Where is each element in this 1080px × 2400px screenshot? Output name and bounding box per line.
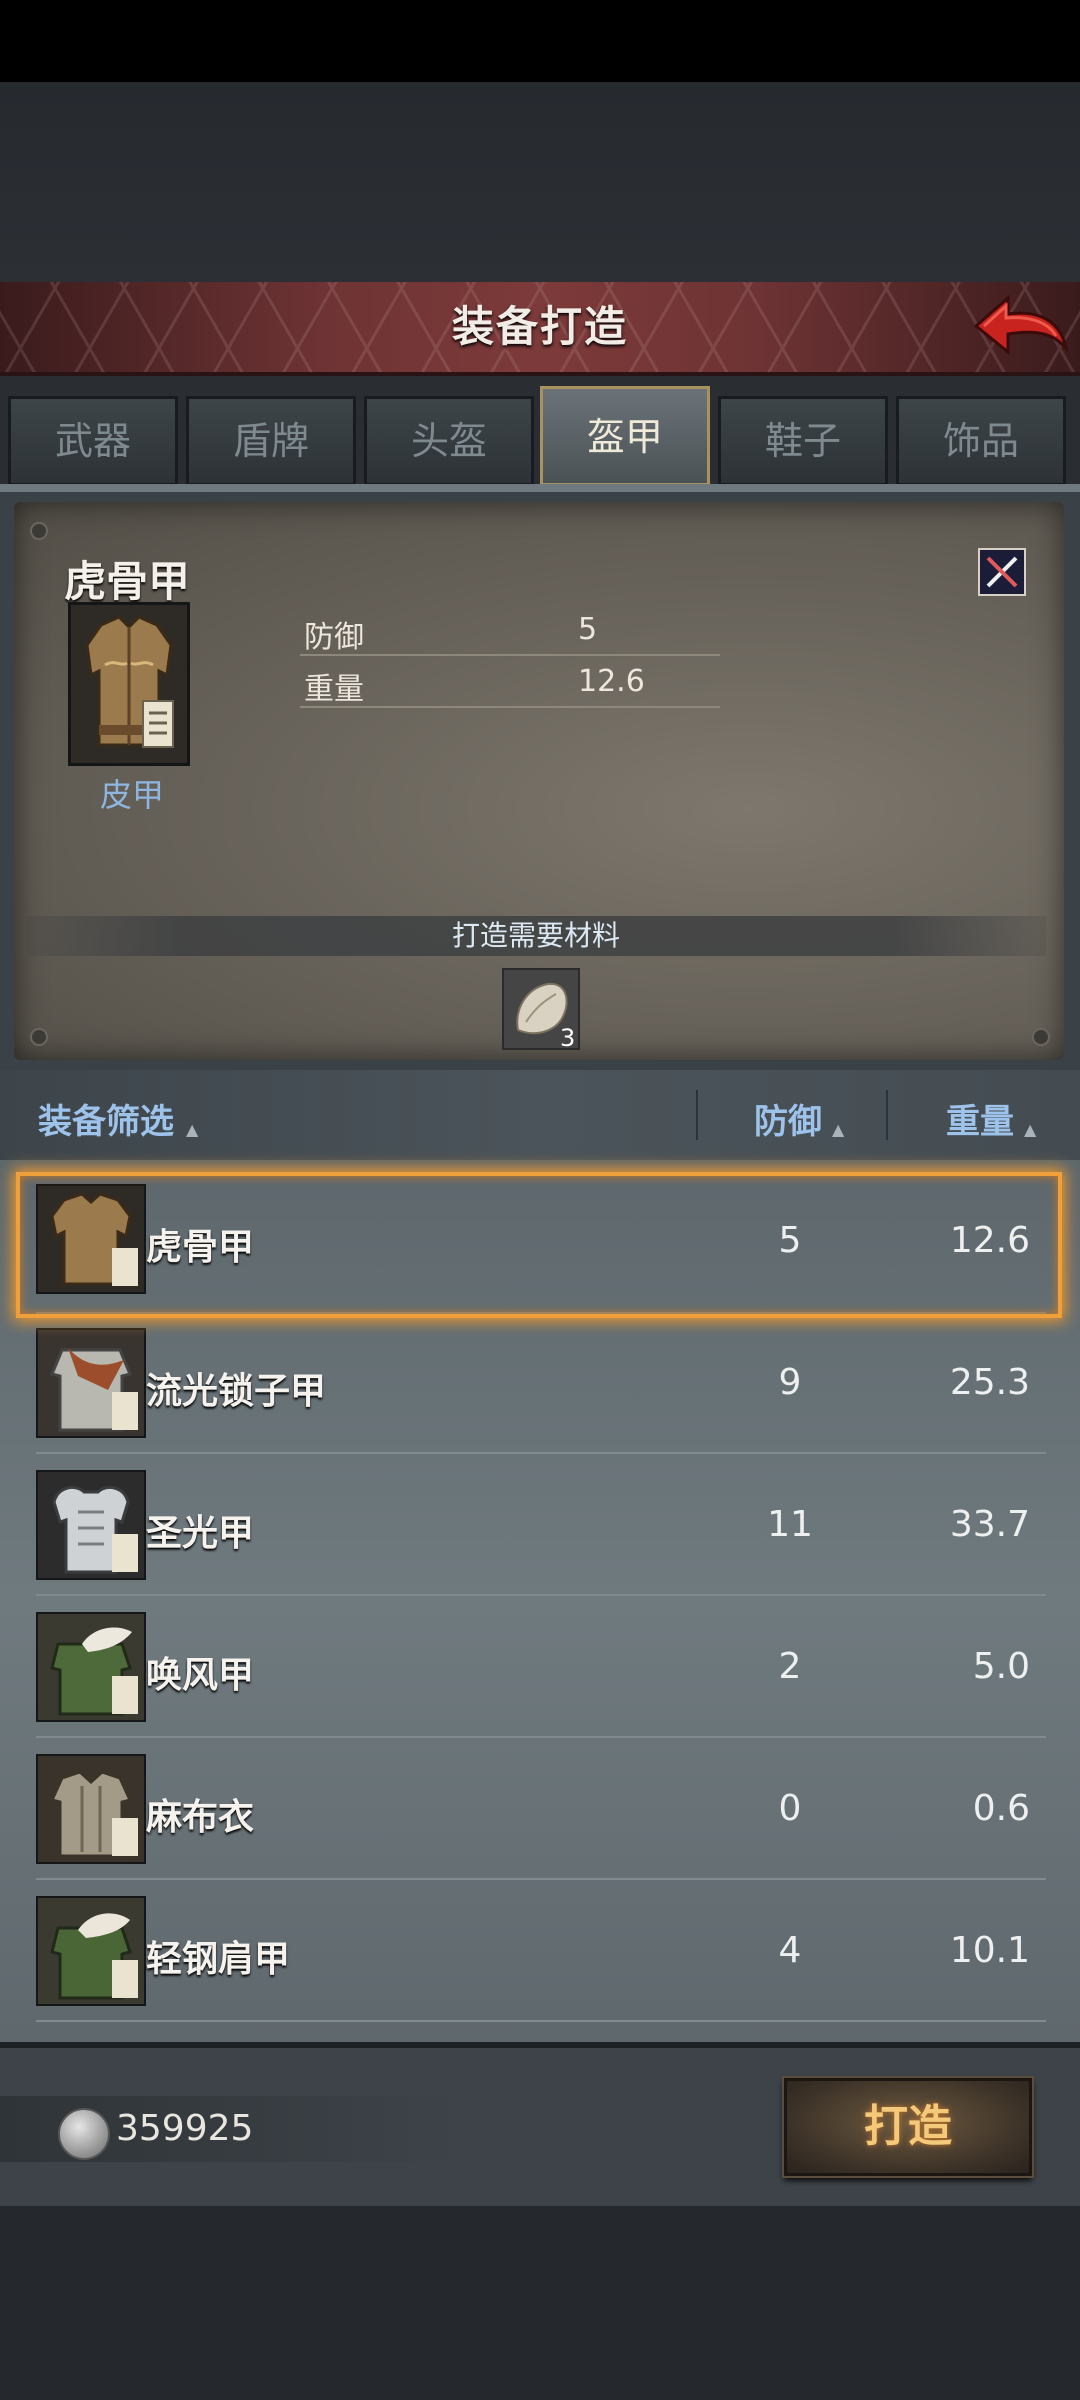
item-weight: 0.6	[972, 1788, 1030, 1829]
filter-weight-sort[interactable]: 重量	[946, 1094, 1014, 1143]
list-item[interactable]: 唤风甲 2 5.0	[0, 1596, 1080, 1738]
plate-armor-icon	[36, 1470, 146, 1580]
item-defense: 9	[778, 1362, 802, 1403]
materials-header: 打造需要材料	[26, 916, 1046, 956]
item-weight: 33.7	[949, 1504, 1030, 1545]
tab-shoes[interactable]: 鞋子	[718, 396, 888, 486]
item-defense: 11	[767, 1504, 813, 1545]
back-arrow-icon	[973, 294, 1069, 356]
list-item[interactable]: 轻钢肩甲 4 10.1	[0, 1880, 1080, 2022]
silver-coin-icon	[58, 2108, 110, 2160]
item-title: 虎骨甲	[64, 557, 191, 606]
list-item[interactable]: 麻布衣 0 0.6	[0, 1738, 1080, 1880]
item-name: 轻钢肩甲	[146, 1939, 291, 1980]
column-divider	[696, 1090, 698, 1140]
item-weight: 10.1	[949, 1930, 1030, 1971]
cloth-shirt-icon	[36, 1754, 146, 1864]
item-name: 唤风甲	[146, 1655, 255, 1696]
shoulder-armor-icon	[36, 1896, 146, 2006]
stat-divider	[300, 706, 720, 708]
status-bar	[0, 0, 1080, 82]
item-portrait	[68, 602, 190, 766]
compare-badge-icon[interactable]	[978, 548, 1026, 596]
sort-caret-icon: ▲	[186, 1120, 199, 1139]
tab-weapons[interactable]: 武器	[8, 396, 178, 486]
stat-divider	[300, 654, 720, 656]
craft-button[interactable]: 打造	[784, 2078, 1032, 2176]
tab-underline	[0, 484, 1080, 492]
rivet	[32, 524, 46, 538]
filter-name-sort[interactable]: 装备筛选	[38, 1094, 174, 1143]
material-count: 3	[560, 1024, 576, 1052]
back-button[interactable]	[968, 286, 1072, 366]
stat-weight-label: 重量	[304, 672, 364, 707]
list-item[interactable]: 圣光甲 11 33.7	[0, 1454, 1080, 1596]
currency-amount: 359925	[116, 2108, 254, 2149]
item-defense: 4	[778, 1930, 802, 1971]
item-weight: 5.0	[972, 1646, 1030, 1687]
title-bar: 装备打造	[0, 282, 1080, 376]
backdrop-lower	[0, 2200, 1080, 2400]
stat-defense-value: 5	[578, 612, 598, 647]
chainmail-icon	[36, 1328, 146, 1438]
item-name: 流光锁子甲	[146, 1371, 327, 1412]
tab-shields[interactable]: 盾牌	[186, 396, 356, 486]
item-defense: 2	[778, 1646, 802, 1687]
item-name: 圣光甲	[146, 1513, 255, 1554]
sort-caret-icon: ▲	[832, 1120, 845, 1139]
crossed-swords-icon	[986, 556, 1018, 588]
list-item[interactable]: 流光锁子甲 9 25.3	[0, 1312, 1080, 1454]
item-defense: 0	[778, 1788, 802, 1829]
leather-armor-icon	[71, 605, 187, 763]
item-weight: 25.3	[949, 1362, 1030, 1403]
tab-helmets[interactable]: 头盔	[364, 396, 534, 486]
category-tabs: 武器 盾牌 头盔 盔甲 鞋子 饰品	[0, 376, 1080, 488]
filter-defense-sort[interactable]: 防御	[754, 1094, 822, 1143]
backdrop-upper	[0, 82, 1080, 282]
selected-item-highlight	[16, 1172, 1062, 1318]
fur-tunic-icon	[36, 1612, 146, 1722]
page-title: 装备打造	[451, 302, 628, 351]
stat-weight-value: 12.6	[578, 664, 645, 699]
sort-caret-icon: ▲	[1024, 1120, 1037, 1139]
item-name: 麻布衣	[146, 1797, 255, 1838]
item-type-label: 皮甲	[100, 776, 165, 814]
rivet	[1034, 1030, 1048, 1044]
rivet	[32, 1030, 46, 1044]
column-divider	[886, 1090, 888, 1140]
stat-defense-label: 防御	[304, 620, 364, 655]
tab-armor[interactable]: 盔甲	[540, 386, 710, 486]
row-divider	[36, 2020, 1046, 2022]
tab-accessories[interactable]: 饰品	[896, 396, 1066, 486]
